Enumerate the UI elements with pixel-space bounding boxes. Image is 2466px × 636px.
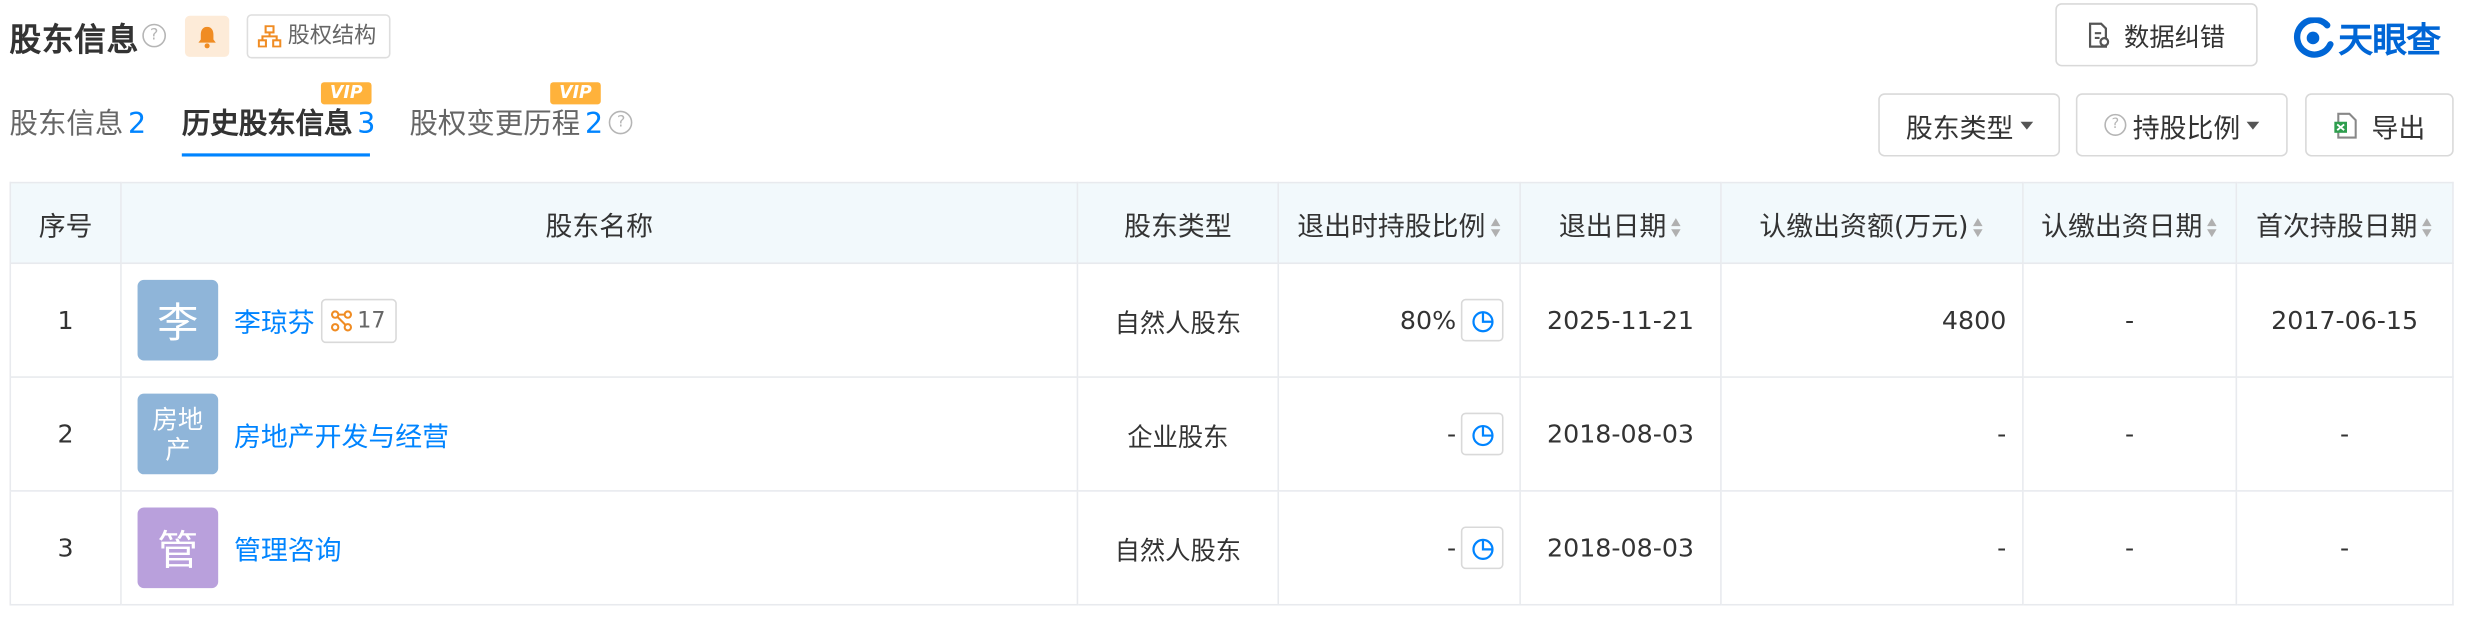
avatar[interactable]: 李	[137, 279, 219, 361]
tab-label: 股东信息	[9, 107, 124, 141]
cell-sub-date: -	[2022, 376, 2238, 492]
page-root: 股东信息 ? 股权结构 数据纠错 天眼查 股东信息 2 VIP 历史股东信息 3…	[0, 0, 2466, 632]
vip-badge: VIP	[320, 82, 372, 105]
cell-exit-date: 2018-08-03	[1519, 376, 1722, 492]
relation-count: 17	[357, 307, 386, 333]
cell-exit-ratio: -	[1277, 376, 1521, 492]
help-icon[interactable]: ?	[609, 109, 634, 134]
col-header-index: 序号	[9, 181, 122, 265]
history-shareholder-table: 序号 股东名称 股东类型 退出时持股比例 退出日期 认缴出资额(万元) 认缴出资…	[9, 181, 2454, 606]
sort-icon[interactable]	[1490, 216, 1501, 238]
tab-count: 2	[584, 107, 604, 141]
col-header-type: 股东类型	[1076, 181, 1280, 265]
pie-chart-icon	[1471, 424, 1493, 446]
exit-ratio-value: -	[1446, 418, 1457, 450]
shareholder-name-link[interactable]: 管理咨询	[234, 528, 342, 568]
cell-amount: 4800	[1720, 262, 2024, 378]
logo-text: 天眼查	[2338, 22, 2441, 62]
tab-equity-change-history[interactable]: VIP 股权变更历程 2?	[409, 82, 634, 142]
data-correction-button[interactable]: 数据纠错	[2055, 3, 2258, 67]
table-row: 3 管 管理咨询 自然人股东 - 2018-08-03 - - -	[9, 490, 2454, 606]
sort-icon[interactable]	[2422, 216, 2433, 238]
cell-index: 1	[9, 262, 122, 378]
tab-label: 历史股东信息	[181, 107, 353, 141]
col-header-first-date[interactable]: 首次持股日期	[2235, 181, 2454, 265]
col-header-name: 股东名称	[120, 181, 1079, 265]
col-header-amount[interactable]: 认缴出资额(万元)	[1720, 181, 2024, 265]
pie-chart-button[interactable]	[1460, 526, 1504, 570]
cell-first-date: -	[2235, 376, 2454, 492]
tab-shareholder-info[interactable]: 股东信息 2	[9, 101, 146, 142]
avatar[interactable]: 管	[137, 507, 219, 589]
sort-icon[interactable]	[1671, 216, 1682, 238]
bell-button[interactable]	[184, 15, 230, 57]
holding-ratio-label: 持股比例	[2132, 113, 2241, 145]
tab-count: 2	[128, 107, 147, 141]
logo-eye-icon	[2293, 17, 2334, 58]
excel-icon	[2334, 112, 2357, 138]
pie-chart-button[interactable]	[1460, 412, 1504, 456]
active-tab-indicator	[181, 153, 370, 157]
chevron-down-icon	[2246, 120, 2260, 129]
pie-chart-icon	[1471, 310, 1493, 332]
relation-graph-icon	[330, 309, 353, 331]
org-chart-icon	[257, 25, 282, 48]
col-header-exit-date[interactable]: 退出日期	[1519, 181, 1722, 265]
holding-ratio-dropdown[interactable]: ? 持股比例	[2075, 93, 2288, 157]
col-header-exit-ratio[interactable]: 退出时持股比例	[1277, 181, 1521, 265]
cell-index: 3	[9, 490, 122, 606]
exit-ratio-value: 80%	[1399, 305, 1457, 336]
sort-icon[interactable]	[1973, 216, 1984, 238]
tianyancha-logo[interactable]: 天眼查	[2291, 13, 2441, 64]
cell-amount: -	[1720, 490, 2024, 606]
col-header-sub-date[interactable]: 认缴出资日期	[2022, 181, 2238, 265]
holder-type-dropdown[interactable]: 股东类型	[1878, 93, 2061, 157]
shareholder-name-link[interactable]: 房地产开发与经营	[234, 414, 449, 454]
cell-first-date: 2017-06-15	[2235, 262, 2454, 378]
tab-history-shareholder[interactable]: VIP 历史股东信息 3	[181, 82, 376, 142]
bell-icon	[198, 26, 216, 49]
tab-count: 3	[357, 107, 376, 141]
table-header-row: 序号 股东名称 股东类型 退出时持股比例 退出日期 认缴出资额(万元) 认缴出资…	[9, 181, 2454, 265]
cell-sub-date: -	[2022, 262, 2238, 378]
data-correction-label: 数据纠错	[2124, 22, 2226, 53]
avatar[interactable]: 房地产	[137, 393, 219, 475]
equity-structure-button[interactable]: 股权结构	[246, 14, 391, 59]
cell-name: 管 管理咨询	[120, 490, 1079, 606]
help-icon: ?	[2104, 113, 2127, 136]
export-label: 导出	[2371, 113, 2426, 145]
sort-icon[interactable]	[2207, 216, 2218, 238]
shareholder-name-link[interactable]: 李琼芬	[234, 300, 315, 340]
cell-type: 自然人股东	[1076, 262, 1280, 378]
table-row: 1 李 李琼芬 17 自然人股东 80% 2025-11-21 4800 - 2…	[9, 262, 2454, 378]
chevron-down-icon	[2019, 120, 2033, 129]
page-title: 股东信息	[9, 20, 140, 59]
cell-exit-date: 2018-08-03	[1519, 490, 1722, 606]
exit-ratio-value: -	[1446, 532, 1457, 563]
cell-type: 企业股东	[1076, 376, 1280, 492]
cell-index: 2	[9, 376, 122, 492]
equity-structure-label: 股权结构	[287, 23, 377, 50]
cell-amount: -	[1720, 376, 2024, 492]
help-icon[interactable]: ?	[142, 23, 167, 48]
vip-badge: VIP	[550, 82, 601, 105]
export-button[interactable]: 导出	[2305, 93, 2454, 157]
cell-type: 自然人股东	[1076, 490, 1280, 606]
cell-name: 李 李琼芬 17	[120, 262, 1079, 378]
table-row: 2 房地产 房地产开发与经营 企业股东 - 2018-08-03 - - -	[9, 376, 2454, 492]
cell-exit-date: 2025-11-21	[1519, 262, 1722, 378]
relation-count-badge[interactable]: 17	[320, 298, 397, 343]
document-edit-icon	[2089, 21, 2110, 47]
tab-label: 股权变更历程	[409, 107, 581, 141]
tab-bar: 股东信息 2 VIP 历史股东信息 3 VIP 股权变更历程 2?	[0, 82, 1423, 161]
holder-type-label: 股东类型	[1905, 113, 2014, 145]
cell-name: 房地产 房地产开发与经营	[120, 376, 1079, 492]
pie-chart-icon	[1471, 538, 1493, 560]
cell-exit-ratio: -	[1277, 490, 1521, 606]
section-header: 股东信息 ? 股权结构 数据纠错 天眼查	[0, 0, 2466, 73]
pie-chart-button[interactable]	[1460, 298, 1504, 342]
cell-sub-date: -	[2022, 490, 2238, 606]
cell-first-date: -	[2235, 490, 2454, 606]
cell-exit-ratio: 80%	[1277, 262, 1521, 378]
